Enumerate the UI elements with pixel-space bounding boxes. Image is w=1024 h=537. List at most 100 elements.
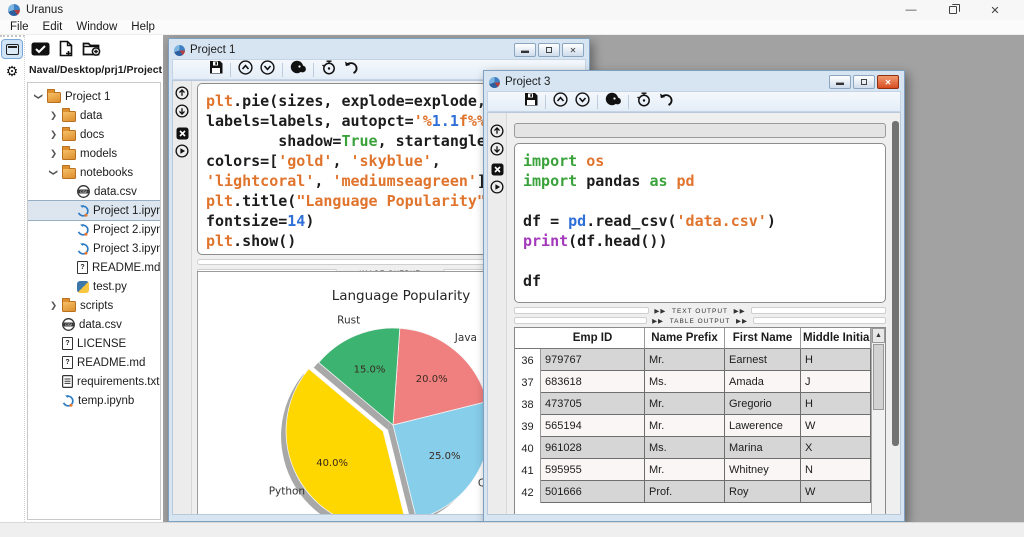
notebook-icon <box>77 224 89 236</box>
notebook-icon <box>62 395 74 407</box>
table-row[interactable]: 39565194Mr.LawerenceW <box>515 415 871 437</box>
chevron-icon[interactable]: ❯ <box>33 92 44 101</box>
chevron-icon[interactable]: ❯ <box>49 110 58 121</box>
move-cell-down-button[interactable] <box>175 104 189 118</box>
folder-icon <box>62 111 76 122</box>
menu-edit[interactable]: Edit <box>43 21 63 33</box>
project3-close-button[interactable]: ✕ <box>877 75 899 89</box>
undo-button[interactable] <box>343 60 358 79</box>
run-all-button[interactable] <box>636 92 651 112</box>
tree-item-label: Project 1 <box>65 91 110 103</box>
table-header-cell[interactable]: Middle Initial <box>801 328 871 349</box>
move-cell-down-button[interactable] <box>490 142 504 156</box>
project1-titlebar[interactable]: Project 1 ▬ ✕ <box>172 41 586 59</box>
table-output-divider[interactable]: ▶▶ TABLE OUTPUT ▶▶ <box>514 316 886 325</box>
table-scrollbar[interactable]: ▲ <box>871 328 885 515</box>
cell-down-button[interactable] <box>260 60 275 80</box>
project3-window[interactable]: Project 3 ▬ ✕ <box>483 70 905 522</box>
tree-item-test-py[interactable]: test.py <box>28 277 160 296</box>
project3-minimize-button[interactable]: ▬ <box>829 75 851 89</box>
scroll-up-icon[interactable]: ▲ <box>872 328 885 343</box>
project3-toolbar <box>487 91 901 112</box>
tree-item-data-csv[interactable]: CSVdata.csv <box>28 182 160 201</box>
run-cell-button[interactable] <box>490 180 504 194</box>
table-cell: Amada <box>725 371 801 393</box>
palette-button[interactable] <box>290 60 306 79</box>
table-row[interactable]: 41595955Mr.WhitneyN <box>515 459 871 481</box>
table-header-cell[interactable]: Name Prefix <box>645 328 725 349</box>
new-file-button[interactable] <box>59 40 73 57</box>
divider-bar <box>751 307 886 314</box>
project1-close-button[interactable]: ✕ <box>562 43 584 57</box>
restore-button[interactable] <box>932 0 974 20</box>
run-all-button[interactable] <box>321 60 336 80</box>
minimize-button[interactable]: — <box>890 0 932 20</box>
tree-item-models[interactable]: ❯models <box>28 144 160 163</box>
tree-item-project-2-ipynb[interactable]: Project 2.ipynb <box>28 220 160 239</box>
tree-item-docs[interactable]: ❯docs <box>28 125 160 144</box>
file-tree: ❯Project 1❯data❯docs❯models❯notebooksCSV… <box>27 82 161 520</box>
chevron-icon[interactable]: ❯ <box>49 129 58 140</box>
delete-cell-button[interactable] <box>490 162 504 176</box>
chevron-icon[interactable]: ❯ <box>48 168 59 177</box>
toolbar-separator <box>597 95 598 109</box>
undo-button[interactable] <box>658 92 673 111</box>
close-button[interactable]: ✕ <box>974 0 1016 20</box>
table-row[interactable]: 36979767Mr.EarnestH <box>515 349 871 371</box>
row-index: 37 <box>515 371 541 393</box>
tree-item-project-1-ipynb[interactable]: Project 1.ipynb <box>28 201 160 220</box>
cell-up-button[interactable] <box>553 92 568 112</box>
tree-item-project-3-ipynb[interactable]: Project 3.ipynb <box>28 239 160 258</box>
table-header-cell[interactable] <box>515 328 541 349</box>
check-project-button[interactable] <box>31 41 50 56</box>
save-button[interactable] <box>209 60 223 79</box>
notebook-scrollbar[interactable] <box>892 121 899 446</box>
save-button[interactable] <box>524 92 538 111</box>
tree-item-data-csv[interactable]: CSVdata.csv <box>28 315 160 334</box>
run-cell-button[interactable] <box>175 144 189 158</box>
table-row[interactable]: 37683618Ms.AmadaJ <box>515 371 871 393</box>
palette-button[interactable] <box>605 92 621 111</box>
tree-item-label: Project 3.ipynb <box>93 243 161 255</box>
cell-up-button[interactable] <box>238 60 253 80</box>
tree-item-readme-md[interactable]: ?README.md <box>28 258 160 277</box>
explorer-panel-button[interactable] <box>2 40 22 58</box>
table-header-cell[interactable]: Emp ID <box>541 328 645 349</box>
settings-button[interactable]: ⚙ <box>2 62 22 80</box>
project1-maximize-button[interactable] <box>538 43 560 57</box>
project3-titlebar[interactable]: Project 3 ▬ ✕ <box>487 73 901 91</box>
table-row[interactable]: 42501666Prof.RoyW <box>515 481 871 503</box>
tree-item-label: data.csv <box>94 186 137 198</box>
tree-item-requirements-txt[interactable]: requirements.txt <box>28 372 160 391</box>
chevron-icon[interactable]: ❯ <box>49 300 58 311</box>
project3-code-cell[interactable]: import osimport pandas as pd df = pd.rea… <box>514 143 886 303</box>
tree-item-temp-ipynb[interactable]: temp.ipynb <box>28 391 160 410</box>
status-bar <box>0 522 1024 537</box>
project1-minimize-button[interactable]: ▬ <box>514 43 536 57</box>
text-output-divider[interactable]: ▶▶ TEXT OUTPUT ▶▶ <box>514 306 886 315</box>
tree-item-project-1[interactable]: ❯ Project 1 <box>28 87 160 106</box>
chevron-icon[interactable]: ❯ <box>49 148 58 159</box>
project3-maximize-button[interactable] <box>853 75 875 89</box>
menu-file[interactable]: File <box>10 21 29 33</box>
tree-item-notebooks[interactable]: ❯notebooks <box>28 163 160 182</box>
tree-item-data[interactable]: ❯data <box>28 106 160 125</box>
table-row[interactable]: 38473705Mr.GregorioH <box>515 393 871 415</box>
collapsed-cell[interactable] <box>514 123 886 138</box>
cell-down-button[interactable] <box>575 92 590 112</box>
delete-cell-button[interactable] <box>175 126 189 140</box>
menu-help[interactable]: Help <box>131 21 155 33</box>
add-folder-button[interactable] <box>82 40 101 56</box>
tree-item-license[interactable]: ?LICENSE <box>28 334 160 353</box>
move-cell-up-button[interactable] <box>490 124 504 138</box>
menu-window[interactable]: Window <box>76 21 117 33</box>
tree-item-label: Project 2.ipynb <box>93 224 161 236</box>
move-cell-up-button[interactable] <box>175 86 189 100</box>
scrollbar-thumb[interactable] <box>873 344 884 410</box>
tree-item-readme-md[interactable]: ?README.md <box>28 353 160 372</box>
tree-item-label: README.md <box>92 262 160 274</box>
table-row[interactable]: 40961028Ms.MarinaX <box>515 437 871 459</box>
tree-item-scripts[interactable]: ❯scripts <box>28 296 160 315</box>
table-header-cell[interactable]: First Name <box>725 328 801 349</box>
table-cell: 961028 <box>541 437 645 459</box>
